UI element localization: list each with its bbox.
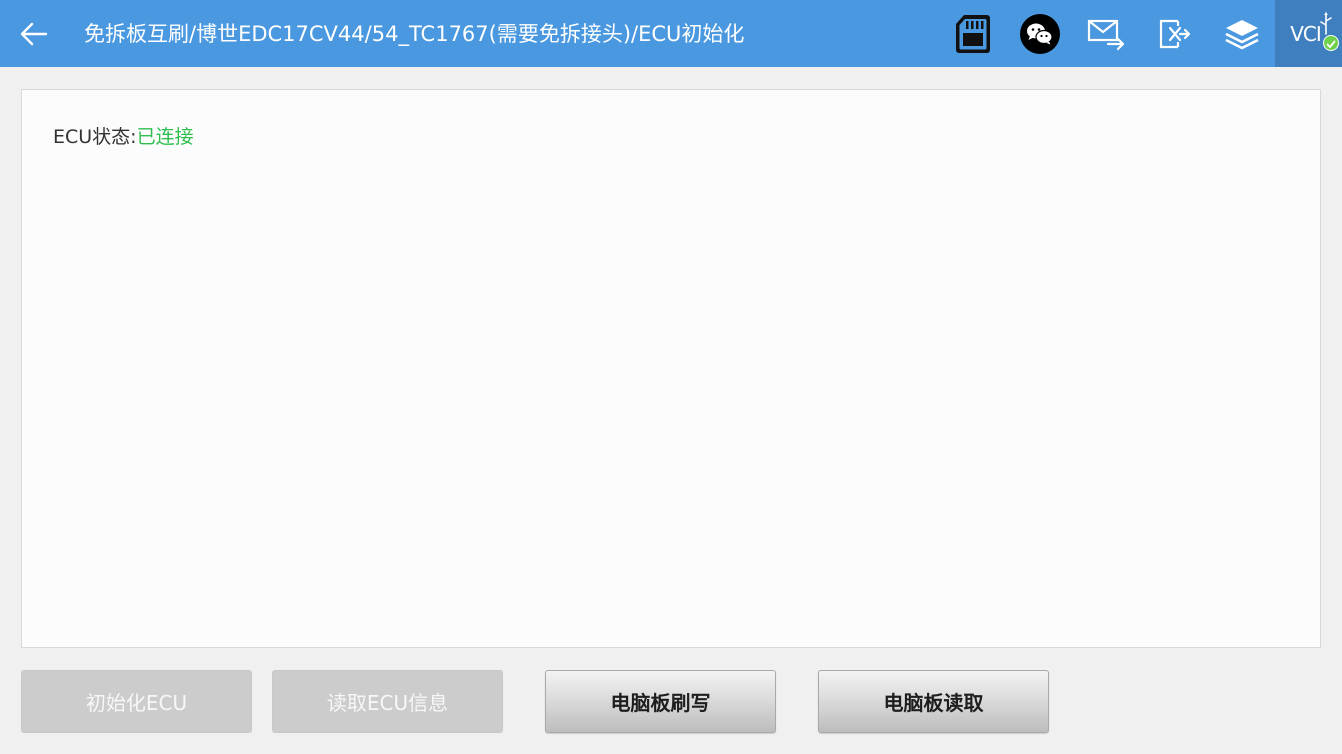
- wechat-button[interactable]: [1016, 10, 1064, 58]
- content-panel: ECU状态:已连接: [21, 89, 1321, 648]
- read-ecu-info-button[interactable]: 读取ECU信息: [272, 670, 503, 733]
- page-title: 免拆板互刷/博世EDC17CV44/54_TC1767(需要免拆接头)/ECU初…: [84, 22, 745, 46]
- vci-connection-button[interactable]: VCI: [1275, 0, 1342, 67]
- exit-button[interactable]: [1150, 10, 1198, 58]
- init-ecu-button[interactable]: 初始化ECU: [21, 670, 252, 733]
- wechat-icon: [1020, 14, 1060, 54]
- sd-card-button[interactable]: [949, 10, 997, 58]
- ecu-status-value: 已连接: [136, 126, 194, 148]
- ecu-flash-write-button[interactable]: 电脑板刷写: [545, 670, 776, 733]
- ecu-status: ECU状态:已连接: [53, 122, 194, 149]
- back-button[interactable]: [14, 14, 54, 54]
- layers-icon: [1225, 20, 1259, 50]
- usb-icon: [1320, 12, 1332, 35]
- exit-icon: [1159, 19, 1191, 49]
- mail-button[interactable]: [1082, 10, 1130, 58]
- ecu-read-button[interactable]: 电脑板读取: [818, 670, 1049, 733]
- mail-forward-icon: [1087, 19, 1125, 51]
- ecu-status-label: ECU状态:: [53, 126, 137, 148]
- connected-check-icon: [1323, 35, 1339, 51]
- vci-label: VCI: [1290, 21, 1322, 46]
- sd-card-icon: [956, 15, 990, 53]
- back-arrow-icon: [20, 22, 48, 46]
- top-bar: 免拆板互刷/博世EDC17CV44/54_TC1767(需要免拆接头)/ECU初…: [0, 0, 1342, 67]
- layers-button[interactable]: [1218, 10, 1266, 58]
